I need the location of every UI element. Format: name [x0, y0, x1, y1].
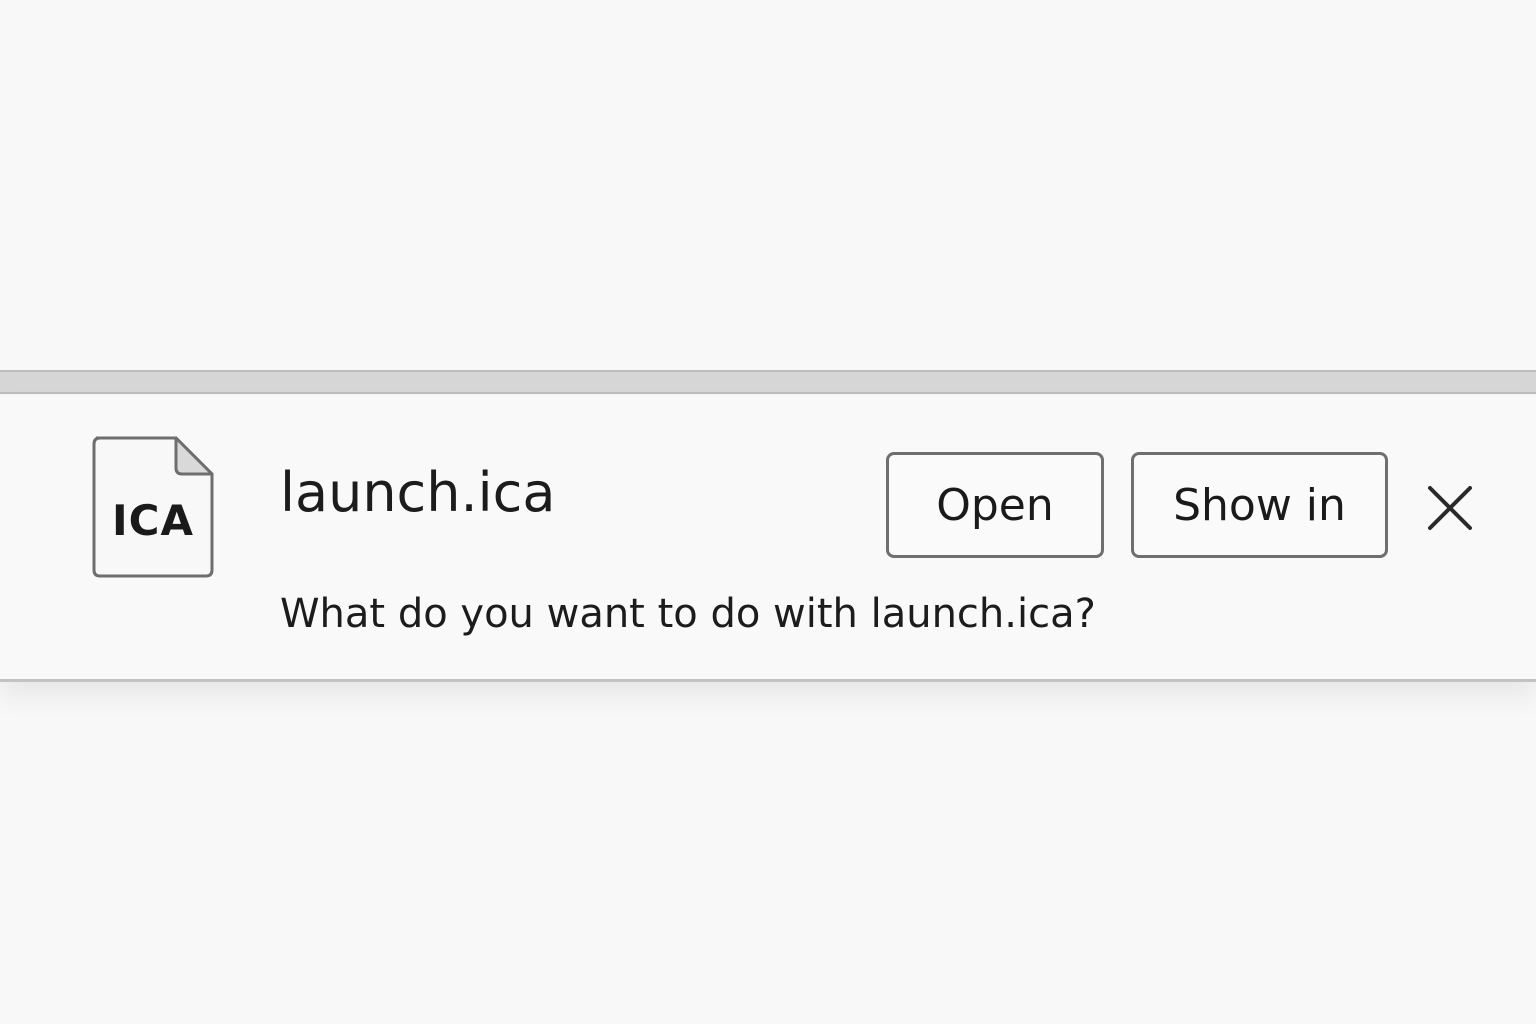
open-button[interactable]: Open [886, 452, 1104, 558]
file-icon: ICA [90, 434, 216, 578]
top-divider [0, 370, 1536, 394]
show-in-button[interactable]: Show in [1131, 452, 1388, 558]
close-icon[interactable] [1418, 476, 1482, 540]
file-type-label: ICA [112, 496, 194, 545]
page: ICA launch.ica What do you want to do wi… [0, 0, 1536, 1024]
download-notification-bar: ICA launch.ica What do you want to do wi… [0, 396, 1536, 682]
file-name: launch.ica [280, 461, 556, 524]
download-prompt: What do you want to do with launch.ica? [280, 591, 1096, 637]
